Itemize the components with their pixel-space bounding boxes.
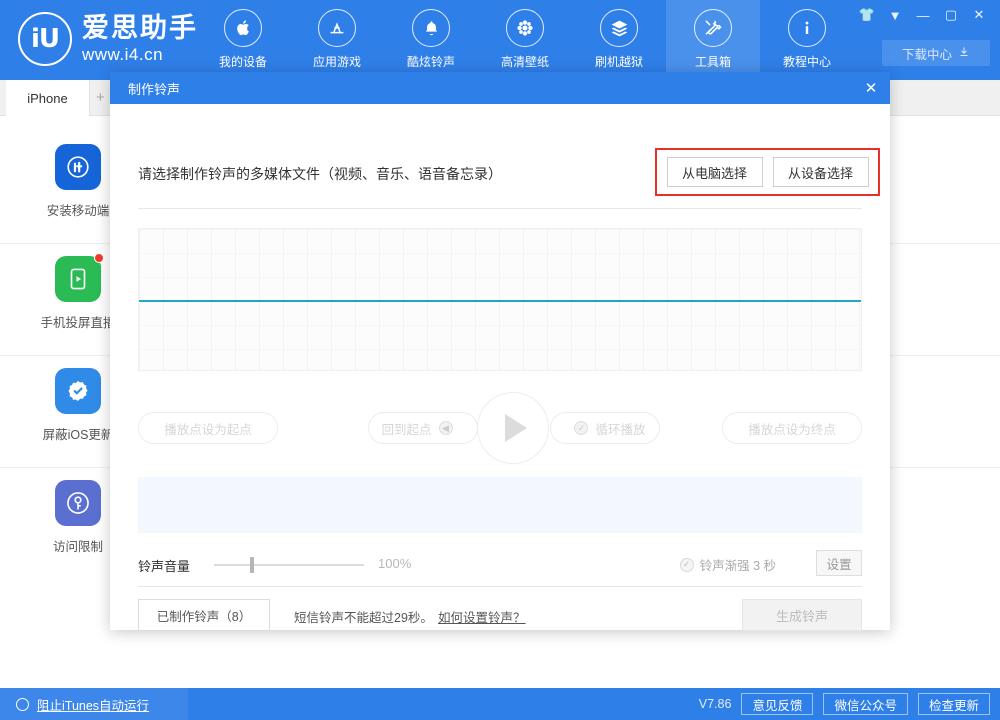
nav-label: 应用游戏 — [313, 53, 361, 70]
notification-badge — [94, 253, 104, 263]
bell-icon — [412, 9, 450, 47]
version-label: V7.86 — [699, 697, 732, 711]
logo-mark-icon: iU — [18, 12, 72, 66]
set-end-point-button[interactable]: 播放点设为终点 — [722, 412, 862, 444]
appstore-icon — [318, 9, 356, 47]
volume-value: 100% — [378, 556, 411, 571]
select-from-device-button[interactable]: 从设备选择 — [773, 157, 869, 187]
nav-item-ringtones[interactable]: 酷炫铃声 — [384, 0, 478, 80]
nav-item-wallpapers[interactable]: 高清壁纸 — [478, 0, 572, 80]
set-start-point-button[interactable]: 播放点设为起点 — [138, 412, 278, 444]
check-update-button[interactable]: 检查更新 — [918, 693, 990, 715]
source-button-group: 从电脑选择 从设备选择 — [655, 148, 880, 196]
nav-item-apps-games[interactable]: 应用游戏 — [290, 0, 384, 80]
loop-play-toggle[interactable]: ✓ 循环播放 — [550, 412, 660, 444]
block-itunes-label: 阻止iTunes自动运行 — [37, 695, 149, 714]
nav-item-my-device[interactable]: 我的设备 — [196, 0, 290, 80]
nav-label: 教程中心 — [783, 53, 831, 70]
made-ringtones-button[interactable]: 已制作铃声（8） — [138, 599, 270, 631]
menu-icon[interactable]: ▼ — [882, 4, 908, 26]
selection-strip — [138, 477, 862, 533]
set-end-point-label: 播放点设为终点 — [748, 419, 836, 438]
flash-icon — [600, 9, 638, 47]
nav-label: 高清壁纸 — [501, 53, 549, 70]
playback-controls: 播放点设为起点 回到起点 ◀ ✓ 循环播放 播放点设为终点 — [138, 392, 862, 464]
dialog-title: 制作铃声 — [128, 79, 180, 98]
dialog-body: 请选择制作铃声的多媒体文件（视频、音乐、语音备忘录） 从电脑选择 从设备选择 播… — [110, 104, 890, 630]
dialog-titlebar: 制作铃声 — [110, 72, 890, 104]
loop-play-label: 循环播放 — [595, 419, 645, 438]
back-to-start-label: 回到起点 — [381, 419, 431, 438]
app-logo: iU 爱思助手 www.i4.cn — [18, 12, 198, 66]
nav-item-flash-jailbreak[interactable]: 刷机越狱 — [572, 0, 666, 80]
waveform-canvas[interactable] — [138, 228, 862, 371]
fade-settings-button[interactable]: 设置 — [816, 550, 862, 576]
block-update-icon — [55, 368, 101, 414]
toggle-circle-icon — [16, 698, 29, 711]
volume-label: 铃声音量 — [138, 556, 190, 575]
status-bar: 阻止iTunes自动运行 V7.86 意见反馈 微信公众号 检查更新 — [0, 688, 1000, 720]
add-tab-button[interactable]: + — [96, 89, 105, 106]
download-center-label: 下载中心 — [902, 44, 952, 63]
check-icon: ✓ — [574, 421, 588, 435]
waveform-baseline — [139, 300, 861, 302]
block-itunes-toggle[interactable]: 阻止iTunes自动运行 — [0, 688, 188, 720]
minimize-icon[interactable]: — — [910, 4, 936, 26]
download-center-button[interactable]: 下载中心 — [882, 40, 990, 66]
tab-iphone[interactable]: iPhone — [6, 80, 90, 116]
nav-label: 我的设备 — [219, 53, 267, 70]
skin-icon[interactable]: 👕 — [854, 4, 880, 26]
app-header: iU 爱思助手 www.i4.cn 我的设备 应用游戏 — [0, 0, 1000, 80]
info-icon — [788, 9, 826, 47]
main-nav: 我的设备 应用游戏 酷炫铃声 高清壁纸 — [196, 0, 854, 80]
tool-label: 屏蔽iOS更新 — [43, 424, 114, 443]
divider — [138, 586, 862, 587]
fade-in-toggle[interactable]: ✓ 铃声渐强 3 秒 — [680, 555, 776, 574]
dialog-footer: 已制作铃声（8） 短信铃声不能超过29秒。 如何设置铃声？ 生成铃声 — [138, 599, 862, 639]
file-select-prompt: 请选择制作铃声的多媒体文件（视频、音乐、语音备忘录） — [138, 164, 502, 184]
back-to-start-button[interactable]: 回到起点 ◀ — [368, 412, 478, 444]
restriction-icon — [55, 480, 101, 526]
flower-icon — [506, 9, 544, 47]
screen-cast-icon — [55, 256, 101, 302]
volume-slider-thumb[interactable] — [250, 557, 254, 573]
nav-label: 酷炫铃声 — [407, 53, 455, 70]
dialog-close-button[interactable]: ✕ — [858, 76, 884, 100]
nav-label: 工具箱 — [695, 53, 731, 70]
logo-subtitle: www.i4.cn — [82, 46, 198, 63]
close-icon[interactable]: ✕ — [966, 4, 992, 26]
app-window: iU 爱思助手 www.i4.cn 我的设备 应用游戏 — [0, 0, 1000, 720]
toolbox-icon — [694, 9, 732, 47]
tool-label: 手机投屏直播 — [40, 312, 115, 331]
tool-label: 安装移动端 — [47, 200, 110, 219]
tool-label: 访问限制 — [53, 536, 103, 555]
window-controls: 👕 ▼ — ▢ ✕ — [854, 4, 992, 26]
status-bar-actions: V7.86 意见反馈 微信公众号 检查更新 — [699, 688, 990, 720]
back-arrow-icon: ◀ — [439, 421, 453, 435]
how-to-set-ringtone-link[interactable]: 如何设置铃声？ — [438, 607, 526, 626]
check-icon: ✓ — [680, 558, 694, 572]
divider — [138, 208, 862, 209]
feedback-button[interactable]: 意见反馈 — [741, 693, 813, 715]
download-icon — [958, 46, 970, 61]
volume-slider[interactable] — [214, 564, 364, 566]
nav-label: 刷机越狱 — [595, 53, 643, 70]
play-icon — [505, 414, 527, 442]
play-button[interactable] — [477, 392, 549, 464]
apple-icon — [224, 9, 262, 47]
i4-app-icon — [55, 144, 101, 190]
logo-title: 爱思助手 — [82, 15, 198, 42]
footer-note: 短信铃声不能超过29秒。 — [294, 607, 433, 626]
wechat-button[interactable]: 微信公众号 — [823, 693, 908, 715]
set-start-point-label: 播放点设为起点 — [164, 419, 252, 438]
tab-label: iPhone — [27, 91, 67, 106]
select-from-computer-button[interactable]: 从电脑选择 — [667, 157, 763, 187]
nav-item-toolbox[interactable]: 工具箱 — [666, 0, 760, 80]
fade-in-label: 铃声渐强 3 秒 — [700, 555, 776, 574]
nav-item-tutorials[interactable]: 教程中心 — [760, 0, 854, 80]
make-ringtone-dialog: 制作铃声 ✕ 请选择制作铃声的多媒体文件（视频、音乐、语音备忘录） 从电脑选择 … — [110, 72, 890, 630]
generate-ringtone-button[interactable]: 生成铃声 — [742, 599, 862, 631]
volume-row: 铃声音量 100% ✓ 铃声渐强 3 秒 设置 — [138, 550, 862, 580]
maximize-icon[interactable]: ▢ — [938, 4, 964, 26]
